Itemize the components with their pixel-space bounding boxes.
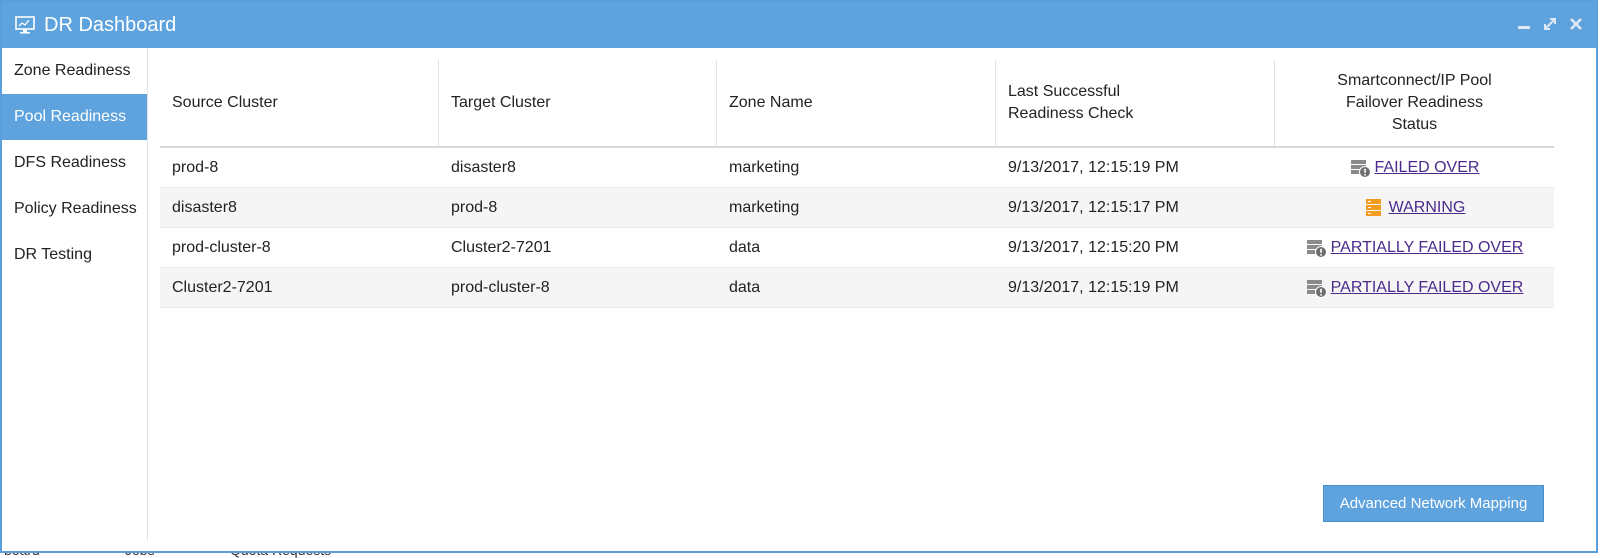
status-cell: FAILED OVER [1275, 148, 1554, 187]
column-header-source-cluster[interactable]: Source Cluster [160, 60, 439, 146]
pool-readiness-table: Source Cluster Target Cluster Zone Name … [160, 60, 1554, 308]
server-failed-icon [1306, 238, 1328, 258]
window-controls [1514, 14, 1586, 34]
main-content: Source Cluster Target Cluster Zone Name … [148, 48, 1596, 541]
source-cluster-cell: prod-cluster-8 [172, 238, 271, 256]
status-link[interactable]: FAILED OVER [1375, 159, 1480, 177]
table-row[interactable]: Cluster2-7201 prod-cluster-8 data 9/13/2… [160, 268, 1554, 308]
last-check-cell: 9/13/2017, 12:15:19 PM [1008, 158, 1179, 176]
sidebar-item-dfs-readiness[interactable]: DFS Readiness [2, 140, 147, 186]
dr-dashboard-window: DR Dashboard Zone Readiness Pool Readine… [0, 0, 1598, 553]
table-row[interactable]: disaster8 prod-8 marketing 9/13/2017, 12… [160, 188, 1554, 228]
minimize-icon[interactable] [1514, 14, 1534, 34]
status-link[interactable]: PARTIALLY FAILED OVER [1331, 239, 1524, 257]
zone-name-cell: marketing [729, 198, 800, 216]
column-header-zone-name[interactable]: Zone Name [717, 60, 996, 146]
target-cluster-cell: disaster8 [451, 158, 516, 176]
zone-name-cell: marketing [729, 158, 800, 176]
column-header-target-cluster[interactable]: Target Cluster [439, 60, 717, 146]
source-cluster-cell: disaster8 [172, 198, 237, 216]
last-check-cell: 9/13/2017, 12:15:17 PM [1008, 198, 1179, 216]
window-title: DR Dashboard [44, 13, 177, 36]
status-cell: PARTIALLY FAILED OVER [1275, 228, 1554, 267]
sidebar-item-dr-testing[interactable]: DR Testing [2, 232, 147, 278]
server-failed-icon [1350, 158, 1372, 178]
sidebar-item-pool-readiness[interactable]: Pool Readiness [2, 94, 147, 140]
status-link[interactable]: PARTIALLY FAILED OVER [1331, 279, 1524, 297]
source-cluster-cell: prod-8 [172, 158, 219, 176]
title-bar[interactable]: DR Dashboard [2, 2, 1596, 48]
status-cell: PARTIALLY FAILED OVER [1275, 268, 1554, 307]
column-header-failover-status[interactable]: Smartconnect/IP Pool Failover Readiness … [1275, 60, 1554, 146]
advanced-network-mapping-button[interactable]: Advanced Network Mapping [1323, 485, 1544, 522]
target-cluster-cell: prod-8 [451, 198, 498, 216]
sidebar-item-zone-readiness[interactable]: Zone Readiness [2, 48, 147, 94]
table-header: Source Cluster Target Cluster Zone Name … [160, 60, 1554, 148]
target-cluster-cell: Cluster2-7201 [451, 238, 552, 256]
target-cluster-cell: prod-cluster-8 [451, 278, 550, 296]
status-link[interactable]: WARNING [1389, 199, 1466, 217]
last-check-cell: 9/13/2017, 12:15:19 PM [1008, 278, 1179, 296]
maximize-icon[interactable] [1540, 14, 1560, 34]
close-icon[interactable] [1566, 14, 1586, 34]
last-check-cell: 9/13/2017, 12:15:20 PM [1008, 238, 1179, 256]
sidebar-nav: Zone Readiness Pool Readiness DFS Readin… [2, 48, 148, 541]
table-row[interactable]: prod-8 disaster8 marketing 9/13/2017, 12… [160, 148, 1554, 188]
server-warning-icon [1364, 198, 1386, 218]
server-failed-icon [1306, 278, 1328, 298]
sidebar-item-policy-readiness[interactable]: Policy Readiness [2, 186, 147, 232]
source-cluster-cell: Cluster2-7201 [172, 278, 273, 296]
zone-name-cell: data [729, 278, 761, 296]
monitor-icon [14, 14, 36, 36]
column-header-last-check[interactable]: Last Successful Readiness Check [996, 60, 1275, 146]
zone-name-cell: data [729, 238, 761, 256]
table-row[interactable]: prod-cluster-8 Cluster2-7201 data 9/13/2… [160, 228, 1554, 268]
status-cell: WARNING [1275, 188, 1554, 227]
